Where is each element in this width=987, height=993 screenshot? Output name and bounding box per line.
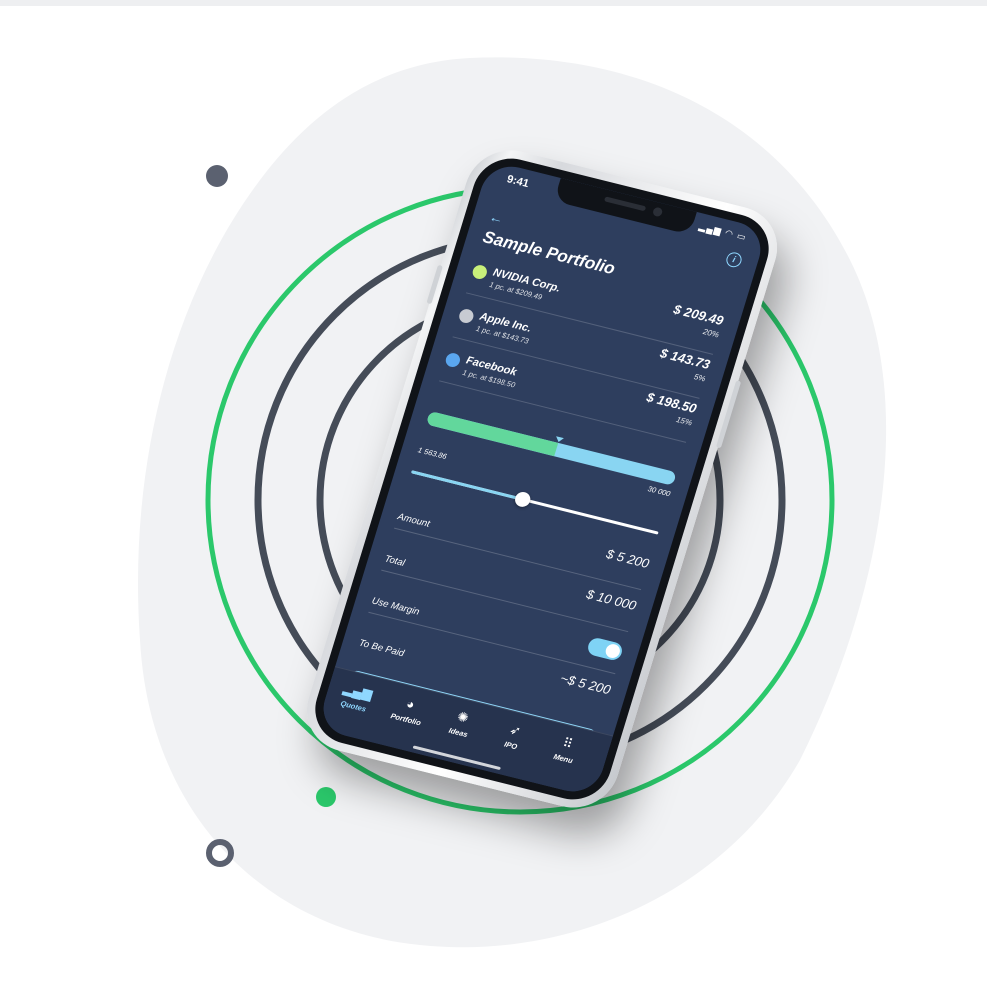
status-icons: ▂▄▆ ◠ ▭ bbox=[697, 221, 748, 243]
total-label: Total bbox=[383, 553, 407, 569]
floating-dot-top bbox=[206, 165, 228, 187]
toggle-thumb bbox=[603, 642, 622, 660]
progress-max-label: 30 000 bbox=[646, 484, 672, 499]
to-be-paid-value: ~$ 5 200 bbox=[558, 670, 613, 698]
slider-knob[interactable] bbox=[513, 490, 533, 509]
progress-min-label: 1 563.86 bbox=[416, 445, 448, 462]
stock-percent: 15% bbox=[674, 415, 694, 428]
nvidia-logo-icon bbox=[470, 263, 489, 281]
stock-percent: 5% bbox=[692, 372, 707, 384]
progress-fill bbox=[425, 410, 559, 457]
tab-menu[interactable]: ⠿ Menu bbox=[536, 730, 597, 770]
use-margin-toggle[interactable] bbox=[585, 636, 625, 662]
ring-green-knob-bottom bbox=[316, 787, 336, 807]
tab-portfolio[interactable]: ◕ Portfolio bbox=[378, 690, 439, 730]
speaker-grille bbox=[603, 196, 647, 212]
stock-percent: 20% bbox=[701, 327, 721, 340]
amount-value: $ 5 200 bbox=[604, 546, 652, 571]
apple-logo-icon bbox=[457, 307, 476, 325]
margin-label: Use Margin bbox=[370, 595, 421, 618]
to-be-paid-label: To Be Paid bbox=[357, 637, 406, 660]
tab-ipo[interactable]: ➶ IPO bbox=[483, 716, 544, 756]
status-time: 9:41 bbox=[505, 173, 531, 191]
front-camera bbox=[651, 206, 664, 218]
amount-label: Amount bbox=[396, 511, 432, 530]
stock-price: $ 209.49 bbox=[671, 301, 726, 329]
tab-ideas[interactable]: ✺ Ideas bbox=[431, 703, 492, 743]
tab-quotes[interactable]: ▂▄▆ Quotes bbox=[326, 677, 387, 717]
total-value: $ 10 000 bbox=[584, 586, 639, 614]
info-icon[interactable]: i bbox=[724, 250, 744, 269]
arrow-left-icon[interactable]: ← bbox=[487, 208, 505, 227]
facebook-logo-icon bbox=[444, 351, 462, 369]
